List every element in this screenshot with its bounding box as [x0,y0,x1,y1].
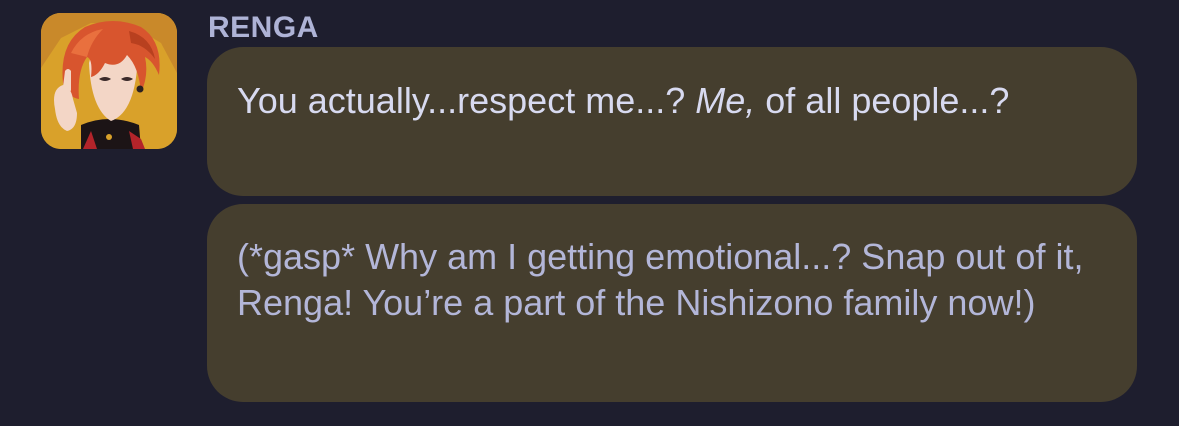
message-text-before: You actually...respect me...? [237,80,696,121]
chat-message: RENGA You actually...respect me...? Me, … [0,0,1179,426]
message-action-text: (*gasp* Why am I getting emotional...? S… [237,236,1084,323]
sender-name: RENGA [208,11,319,44]
message-text-after: of all people...? [755,80,1010,121]
message-text: You actually...respect me...? Me, of all… [237,78,1107,124]
message-bubble-action[interactable]: (*gasp* Why am I getting emotional...? S… [207,204,1137,402]
avatar-portrait-icon [41,13,177,149]
message-text-emphasis: Me, [695,80,756,121]
message-bubble[interactable]: You actually...respect me...? Me, of all… [207,47,1137,196]
character-avatar[interactable] [41,13,177,149]
